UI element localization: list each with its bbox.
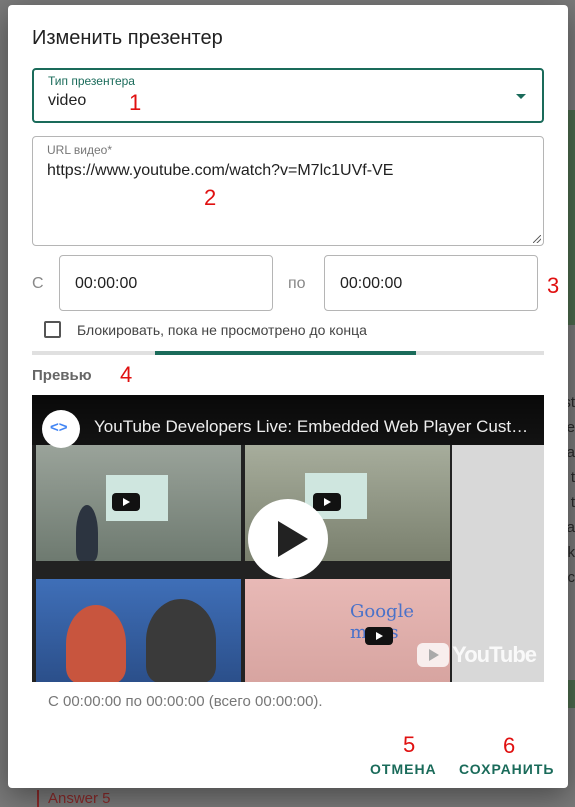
presenter-type-label: Тип презентера [48, 74, 135, 88]
youtube-logo[interactable]: YouTube [417, 642, 537, 668]
save-button[interactable]: СОХРАНИТЬ [459, 761, 554, 777]
video-url-field[interactable]: URL видео* https://www.youtube.com/watch… [32, 136, 544, 246]
video-frame [36, 445, 241, 561]
video-title[interactable]: YouTube Developers Live: Embedded Web Pl… [94, 417, 534, 437]
youtube-logo-text: YouTube [452, 642, 537, 667]
mini-play-icon [112, 493, 140, 511]
presenter-type-value: video [48, 92, 87, 109]
annotation-5: 5 [403, 732, 416, 757]
block-until-watched-label: Блокировать, пока не просмотрено до конц… [77, 321, 367, 338]
presenter-type-select[interactable]: Тип презентера video [32, 68, 544, 123]
person-figure [146, 599, 216, 682]
edit-presenter-dialog: Изменить презентер Тип презентера video … [8, 5, 568, 788]
background-divider [37, 790, 39, 807]
dialog-title: Изменить презентер [32, 27, 223, 49]
resize-grip-icon[interactable] [533, 235, 541, 243]
dropdown-arrow-icon[interactable] [516, 94, 526, 99]
start-time-value: 00:00:00 [75, 275, 138, 292]
annotation-3: 3 [547, 273, 560, 298]
mini-play-icon [365, 627, 393, 645]
video-frame [36, 579, 241, 682]
annotation-4: 4 [120, 362, 133, 387]
range-summary: С 00:00:00 по 00:00:00 (всего 00:00:00). [48, 693, 323, 710]
annotation-6: 6 [503, 733, 516, 758]
play-icon[interactable] [248, 499, 328, 579]
block-until-watched-checkbox[interactable] [44, 321, 61, 338]
video-url-label: URL видео* [47, 143, 112, 157]
video-preview-player[interactable]: Google maps YouTube Developers Live: Emb… [32, 395, 544, 682]
end-time-value: 00:00:00 [340, 275, 403, 292]
person-figure [66, 605, 126, 682]
block-until-watched-row[interactable]: Блокировать, пока не просмотрено до конц… [44, 321, 367, 338]
start-time-input[interactable]: 00:00:00 [59, 255, 273, 311]
cancel-button[interactable]: ОТМЕНА [370, 761, 437, 777]
annotation-1: 1 [129, 90, 142, 115]
youtube-icon [417, 643, 450, 667]
annotation-2: 2 [204, 185, 217, 210]
video-url-value: https://www.youtube.com/watch?v=M7lc1UVf… [47, 162, 394, 179]
start-time-prefix: С [32, 275, 44, 292]
background-answer-label: Answer 5 [48, 790, 111, 807]
range-slider-fill[interactable] [154, 351, 416, 355]
range-slider-track[interactable] [32, 351, 544, 355]
presenter-figure [76, 505, 98, 561]
channel-logo-icon[interactable] [42, 410, 80, 448]
end-time-input[interactable]: 00:00:00 [324, 255, 538, 311]
mini-play-icon [313, 493, 341, 511]
preview-heading: Превью [32, 367, 92, 384]
end-time-prefix: по [288, 275, 306, 292]
video-title-bar: YouTube Developers Live: Embedded Web Pl… [32, 395, 544, 448]
